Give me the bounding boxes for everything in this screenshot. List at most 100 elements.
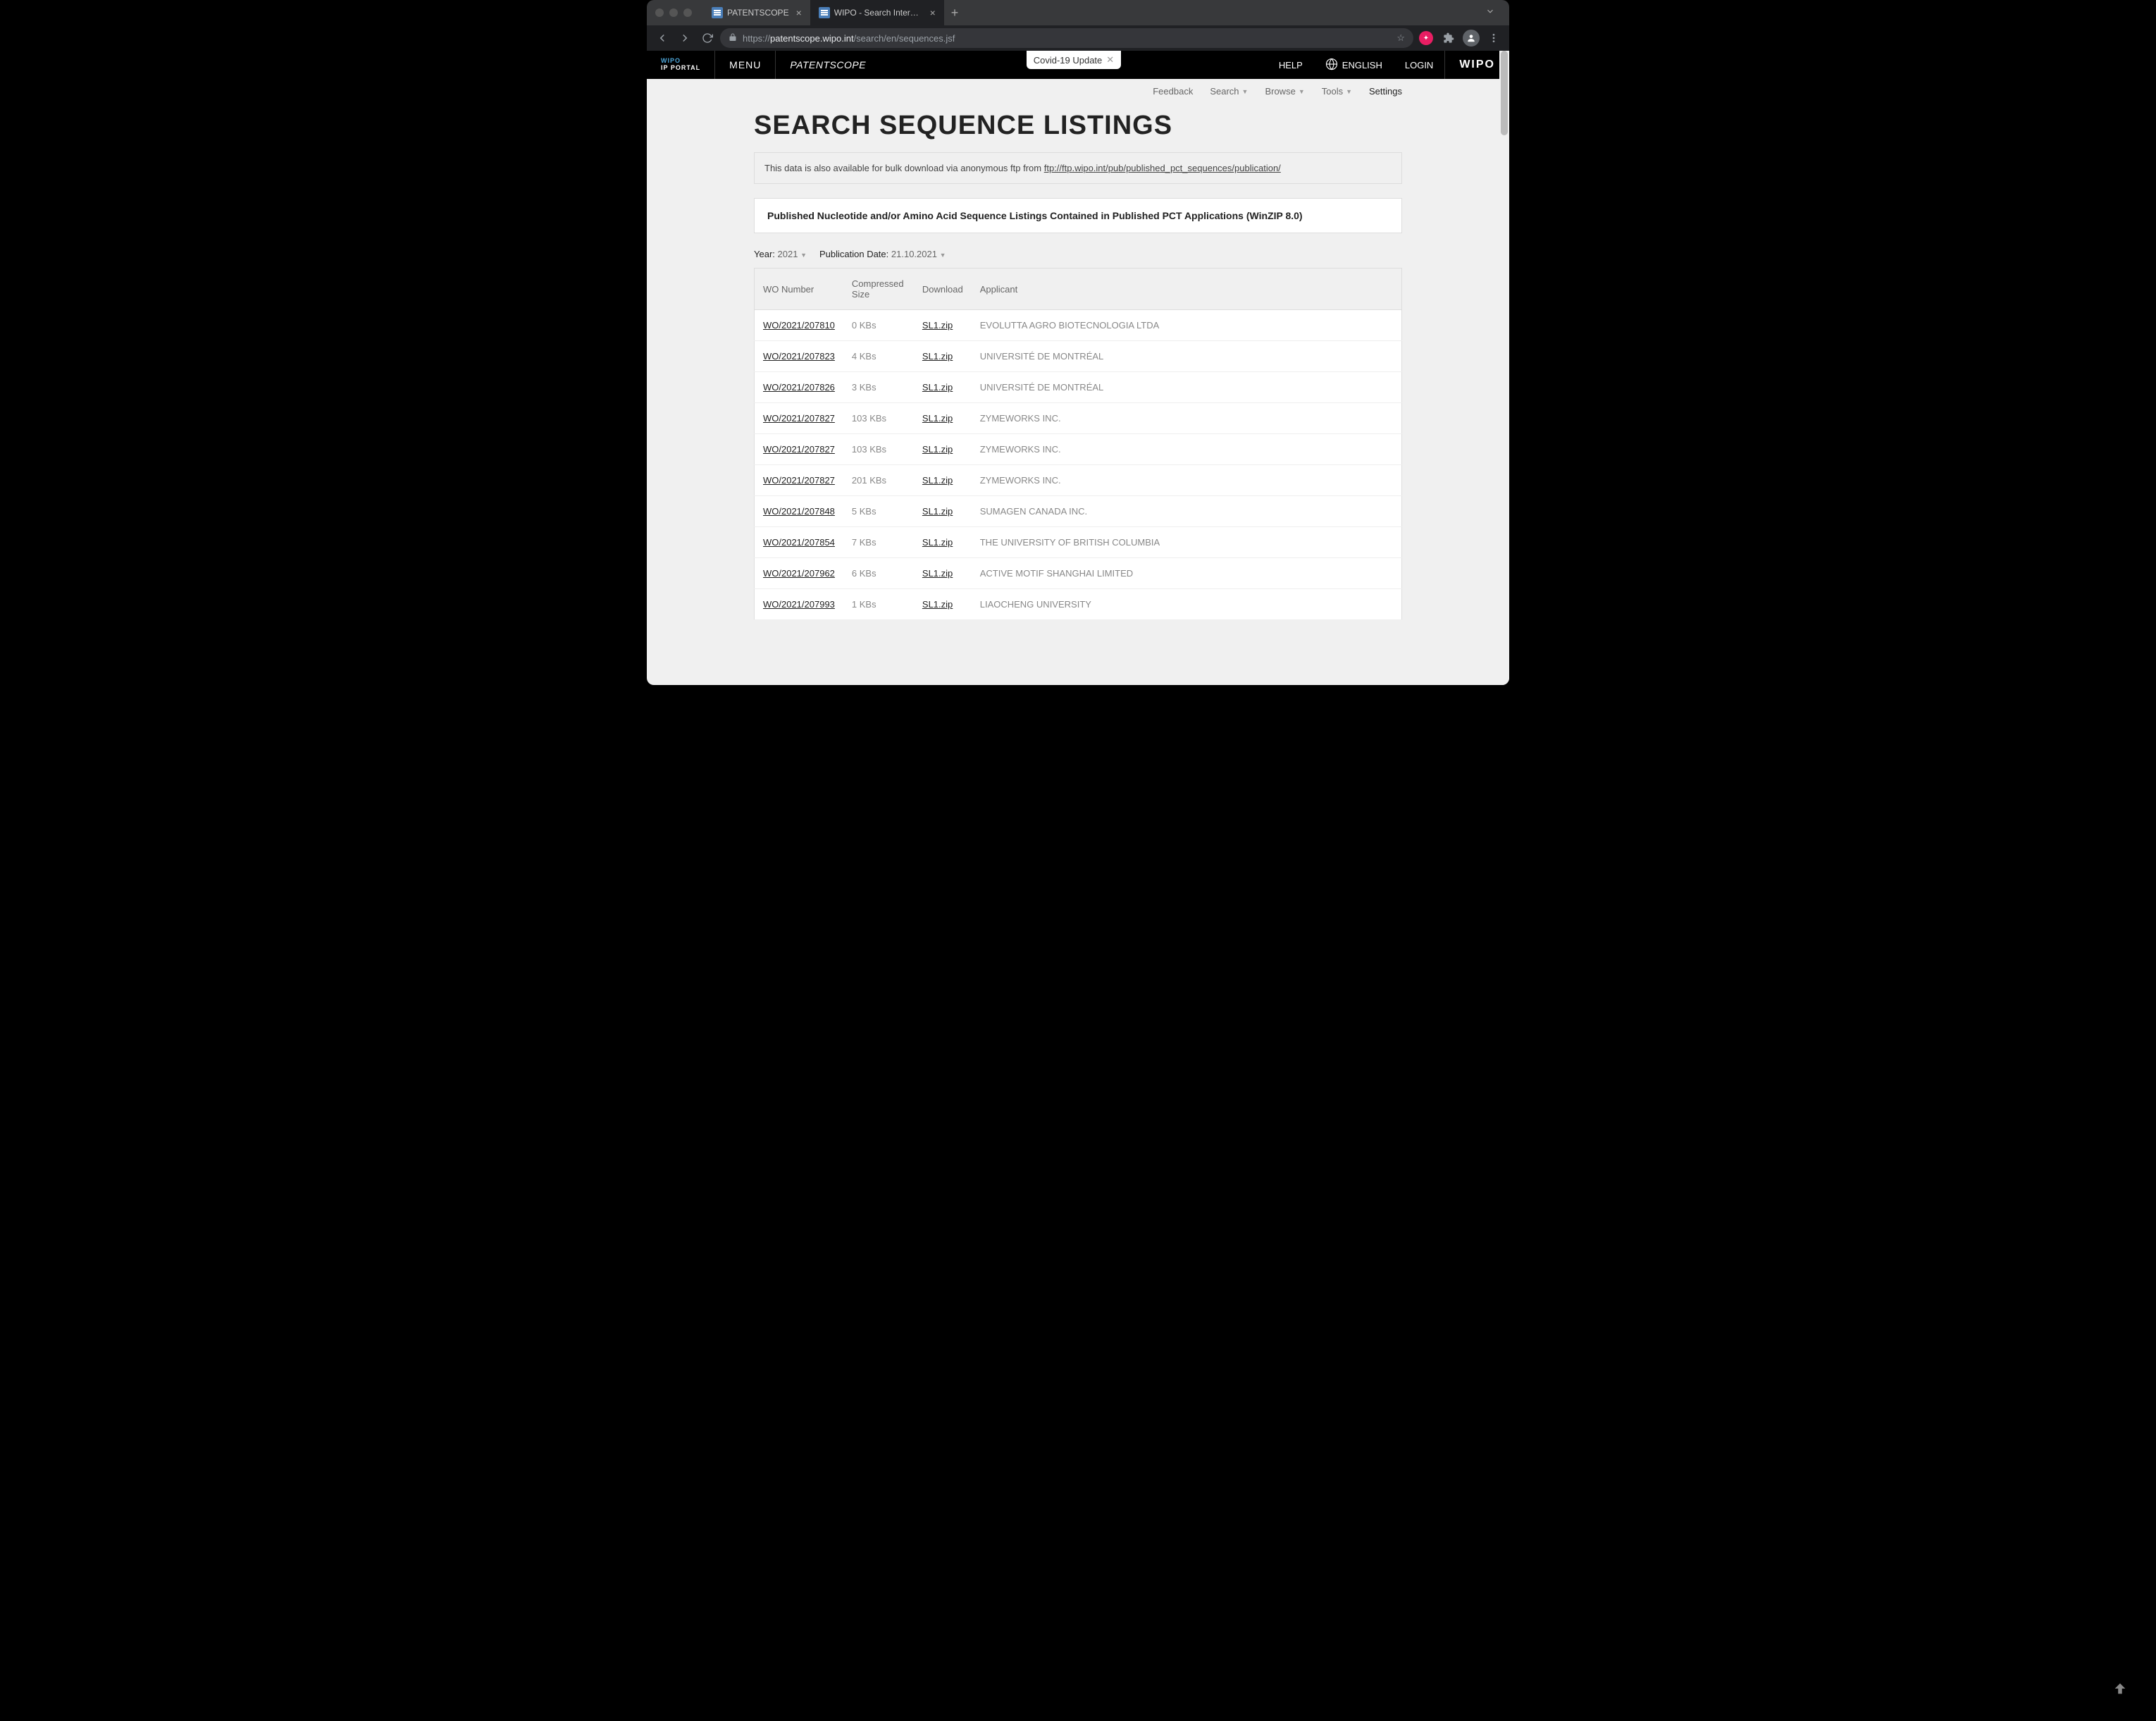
covid-text: Covid-19 Update <box>1034 55 1103 66</box>
year-filter[interactable]: Year: 2021 ▼ <box>754 249 807 259</box>
extension-badge-icon[interactable]: ✦ <box>1416 28 1436 48</box>
compressed-size: 6 KBs <box>843 558 914 589</box>
download-link[interactable]: SL1.zip <box>922 599 953 610</box>
help-link[interactable]: HELP <box>1268 51 1314 79</box>
profile-avatar-icon[interactable] <box>1461 28 1481 48</box>
wo-number-link[interactable]: WO/2021/207854 <box>763 537 835 548</box>
scrollbar[interactable] <box>1499 51 1509 685</box>
download-link[interactable]: SL1.zip <box>922 506 953 517</box>
applicant-name: LIAOCHENG UNIVERSITY <box>972 589 1402 620</box>
info-text: This data is also available for bulk dow… <box>764 163 1044 173</box>
compressed-size: 3 KBs <box>843 372 914 403</box>
login-link[interactable]: LOGIN <box>1394 51 1444 79</box>
download-link[interactable]: SL1.zip <box>922 382 953 393</box>
wipo-portal-logo[interactable]: WIPO IP PORTAL <box>647 51 715 79</box>
page-viewport: WIPO IP PORTAL MENU PATENTSCOPE Covid-19… <box>647 51 1509 685</box>
pubdate-filter[interactable]: Publication Date: 21.10.2021 ▼ <box>819 249 946 259</box>
ftp-link[interactable]: ftp://ftp.wipo.int/pub/published_pct_seq… <box>1044 163 1281 173</box>
table-row: WO/2021/207848 5 KBs SL1.zip SUMAGEN CANADA… <box>755 496 1402 527</box>
page-title: SEARCH SEQUENCE LISTINGS <box>754 111 1402 141</box>
chevron-down-icon: ▼ <box>1299 88 1305 95</box>
compressed-size: 7 KBs <box>843 527 914 558</box>
scrollbar-thumb[interactable] <box>1501 51 1508 135</box>
maximize-window[interactable] <box>683 8 692 17</box>
subheading-box: Published Nucleotide and/or Amino Acid S… <box>754 198 1402 233</box>
wo-number-link[interactable]: WO/2021/207823 <box>763 351 835 362</box>
settings-link[interactable]: Settings <box>1369 86 1402 97</box>
extensions-icon[interactable] <box>1439 28 1458 48</box>
compressed-size: 201 KBs <box>843 465 914 496</box>
browser-menu-icon[interactable] <box>1484 28 1504 48</box>
language-label: ENGLISH <box>1342 60 1382 70</box>
wo-number-link[interactable]: WO/2021/207827 <box>763 475 835 486</box>
back-button[interactable] <box>652 28 672 48</box>
table-row: WO/2021/207827 201 KBs SL1.zip ZYMEWORKS IN… <box>755 465 1402 496</box>
download-link[interactable]: SL1.zip <box>922 568 953 579</box>
table-row: WO/2021/207827103 KBsSL1.zipZYMEWORKS IN… <box>755 434 1402 465</box>
pubdate-label: Publication Date: <box>819 249 888 259</box>
download-link[interactable]: SL1.zip <box>922 444 953 455</box>
url-text: https://patentscope.wipo.int/search/en/s… <box>743 33 1391 44</box>
browse-menu[interactable]: Browse▼ <box>1265 86 1304 97</box>
applicant-name: SUMAGEN CANADA INC. <box>972 496 1402 527</box>
covid-banner[interactable]: Covid-19 Update ✕ <box>1027 51 1121 69</box>
wo-number-link[interactable]: WO/2021/207827 <box>763 413 835 424</box>
applicant-name: ZYMEWORKS INC. <box>972 403 1402 434</box>
year-label: Year: <box>754 249 775 259</box>
table-row: WO/2021/2079626 KBsSL1.zipACTIVE MOTIF S… <box>755 558 1402 589</box>
browser-tabs: PATENTSCOPE × WIPO - Search Internationa… <box>703 0 1480 25</box>
applicant-name: ZYMEWORKS INC. <box>972 465 1402 496</box>
tab-title: WIPO - Search International an <box>834 8 923 18</box>
applicant-name: THE UNIVERSITY OF BRITISH COLUMBIA <box>972 527 1402 558</box>
search-menu[interactable]: Search▼ <box>1210 86 1248 97</box>
applicant-name: EVOLUTTA AGRO BIOTECNOLOGIA LTDA <box>972 310 1402 341</box>
site-header: WIPO IP PORTAL MENU PATENTSCOPE Covid-19… <box>647 51 1509 79</box>
logo-line2: IP PORTAL <box>661 65 700 72</box>
forward-button[interactable] <box>675 28 695 48</box>
col-applicant: Applicant <box>972 269 1402 310</box>
wo-number-link[interactable]: WO/2021/207993 <box>763 599 835 610</box>
download-link[interactable]: SL1.zip <box>922 320 953 331</box>
wo-number-link[interactable]: WO/2021/207826 <box>763 382 835 393</box>
reload-button[interactable] <box>698 28 717 48</box>
globe-icon <box>1325 58 1338 73</box>
table-row: WO/2021/2078100 KBsSL1.zipEVOLUTTA AGRO … <box>755 310 1402 341</box>
close-tab-icon[interactable]: × <box>930 7 936 18</box>
browser-tab[interactable]: PATENTSCOPE × <box>703 0 810 25</box>
compressed-size: 103 KBs <box>843 434 914 465</box>
download-link[interactable]: SL1.zip <box>922 351 953 362</box>
lock-icon <box>729 33 737 44</box>
tabstrip-menu-icon[interactable] <box>1480 6 1501 20</box>
close-tab-icon[interactable]: × <box>796 7 802 18</box>
url-input[interactable]: https://patentscope.wipo.int/search/en/s… <box>720 28 1413 48</box>
wo-number-link[interactable]: WO/2021/207962 <box>763 568 835 579</box>
chevron-down-icon: ▼ <box>940 252 946 259</box>
language-selector[interactable]: ENGLISH <box>1314 51 1394 79</box>
download-link[interactable]: SL1.zip <box>922 413 953 424</box>
compressed-size: 1 KBs <box>843 589 914 620</box>
pubdate-value: 21.10.2021 ▼ <box>891 249 946 259</box>
bookmark-star-icon[interactable]: ☆ <box>1396 32 1405 44</box>
table-header-row: WO Number Compressed Size Download Appli… <box>755 269 1402 310</box>
chevron-down-icon: ▼ <box>800 252 807 259</box>
tab-favicon-icon <box>712 7 723 18</box>
close-window[interactable] <box>655 8 664 17</box>
sub-navigation: Feedback Search▼ Browse▼ Tools▼ Settings <box>647 79 1509 104</box>
menu-button[interactable]: MENU <box>715 51 776 79</box>
browser-tab-active[interactable]: WIPO - Search International an × <box>810 0 944 25</box>
wo-number-link[interactable]: WO/2021/207810 <box>763 320 835 331</box>
download-link[interactable]: SL1.zip <box>922 537 953 548</box>
compressed-size: 5 KBs <box>843 496 914 527</box>
tools-menu[interactable]: Tools▼ <box>1322 86 1352 97</box>
col-download: Download <box>914 269 972 310</box>
download-link[interactable]: SL1.zip <box>922 475 953 486</box>
feedback-link[interactable]: Feedback <box>1153 86 1193 97</box>
tab-favicon-icon <box>819 7 830 18</box>
wo-number-link[interactable]: WO/2021/207827 <box>763 444 835 455</box>
new-tab-button[interactable]: + <box>944 0 966 25</box>
wo-number-link[interactable]: WO/2021/207848 <box>763 506 835 517</box>
compressed-size: 4 KBs <box>843 341 914 372</box>
sequence-table: WO Number Compressed Size Download Appli… <box>754 268 1402 620</box>
close-icon[interactable]: ✕ <box>1106 54 1114 66</box>
minimize-window[interactable] <box>669 8 678 17</box>
